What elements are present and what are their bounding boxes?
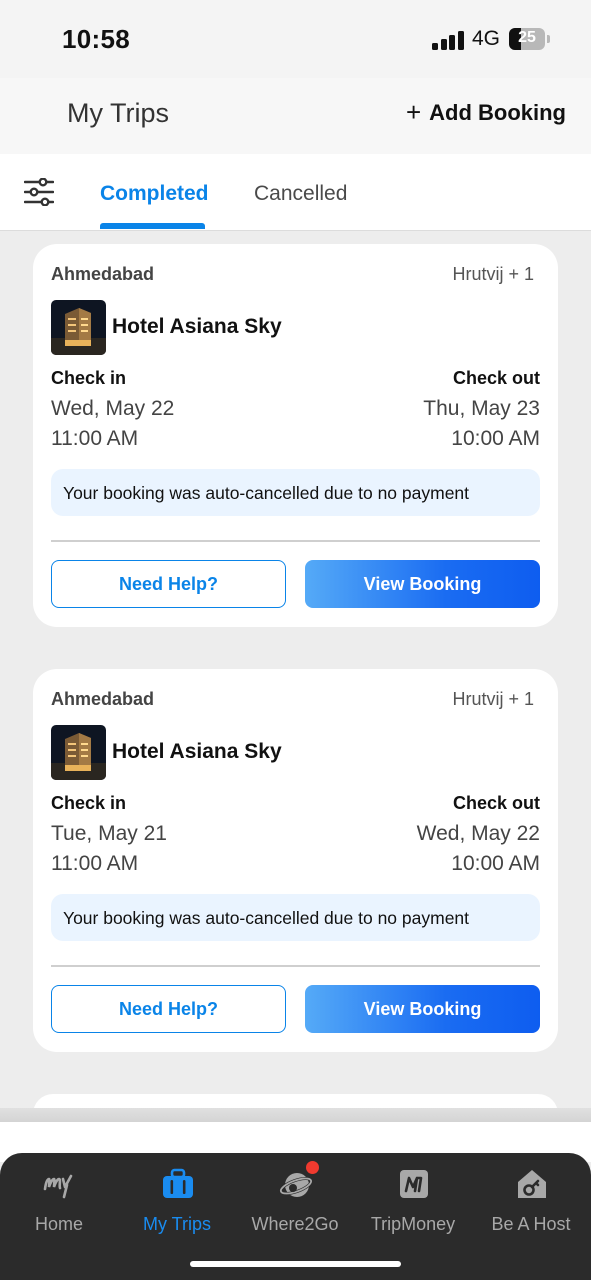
nav-label-where2go: Where2Go (251, 1214, 339, 1234)
active-tab-indicator (100, 223, 205, 229)
home-indicator (190, 1261, 401, 1267)
nav-item-tripmoney[interactable]: TripMoney (354, 1161, 472, 1241)
cancellation-notice: Your booking was auto-cancelled due to n… (51, 469, 540, 516)
need-help-button[interactable]: Need Help? (51, 560, 286, 608)
network-type: 4G (472, 27, 501, 50)
check-out-time: 10:00 AM (451, 852, 540, 875)
hotel-name: Hotel Asiana Sky (112, 315, 282, 338)
notification-dot (306, 1161, 319, 1174)
briefcase-icon (163, 1168, 193, 1198)
battery-icon: 25 (509, 28, 545, 50)
nav-label-home: Home (34, 1214, 83, 1234)
tab-completed[interactable]: Completed (100, 182, 209, 206)
status-time: 10:58 (62, 24, 130, 54)
mmt-logo-icon (43, 1174, 73, 1199)
check-in-time: 11:00 AM (51, 427, 139, 450)
add-booking-label: Add Booking (429, 100, 566, 125)
nav-item-where2go[interactable]: Where2Go (236, 1161, 354, 1241)
check-out-label: Check out (452, 368, 540, 388)
tab-cancelled[interactable]: Cancelled (254, 182, 347, 206)
booking-card: Ahmedabad Hrutvij + 1 Hotel Asiana Sky C… (33, 669, 558, 1052)
page-header: My Trips + Add Booking (0, 78, 591, 154)
check-in-date: Tue, May 21 (51, 822, 167, 845)
nav-item-home[interactable]: Home (0, 1161, 118, 1241)
cellular-signal-icon (432, 30, 464, 50)
status-bar: 10:58 4G 25 (0, 0, 591, 78)
nav-label-tripmoney: TripMoney (370, 1214, 456, 1234)
check-out-date: Thu, May 23 (423, 397, 540, 420)
check-in-label: Check in (51, 793, 127, 813)
nav-item-be-a-host[interactable]: Be A Host (472, 1161, 590, 1241)
nav-label-my-trips: My Trips (142, 1214, 211, 1234)
check-out-label: Check out (452, 793, 540, 813)
nav-label-be-a-host: Be A Host (491, 1214, 571, 1234)
check-in-date: Wed, May 22 (51, 397, 175, 420)
check-out-date: Wed, May 22 (416, 822, 540, 845)
cancellation-notice: Your booking was auto-cancelled due to n… (51, 894, 540, 941)
card-divider (51, 965, 540, 967)
add-booking-button[interactable]: + Add Booking (405, 96, 566, 127)
booking-card: Ahmedabad Hrutvij + 1 Hotel Asiana Sky C… (33, 244, 558, 627)
view-booking-button[interactable]: View Booking (305, 560, 540, 608)
hotel-thumbnail (51, 725, 106, 780)
bottom-navigation: Home My Trips Where2Go TripMoney Be A Ho… (0, 1153, 591, 1280)
tripmoney-icon (400, 1170, 428, 1198)
page-title: My Trips (67, 98, 170, 128)
booking-guests: Hrutvij + 1 (452, 689, 534, 709)
booking-city: Ahmedabad (51, 264, 155, 284)
booking-guests: Hrutvij + 1 (452, 264, 534, 284)
hotel-name: Hotel Asiana Sky (112, 740, 282, 763)
host-key-icon (518, 1170, 546, 1198)
check-out-time: 10:00 AM (451, 427, 540, 450)
check-in-time: 11:00 AM (51, 852, 139, 875)
check-in-label: Check in (51, 368, 127, 388)
filter-sliders-icon[interactable] (24, 178, 54, 206)
battery-nub (547, 35, 550, 43)
nav-item-my-trips[interactable]: My Trips (118, 1161, 236, 1241)
hotel-thumbnail (51, 300, 106, 355)
card-divider (51, 540, 540, 542)
booking-city: Ahmedabad (51, 689, 155, 709)
battery-level: 25 (518, 29, 536, 46)
need-help-button[interactable]: Need Help? (51, 985, 286, 1033)
view-booking-button[interactable]: View Booking (305, 985, 540, 1033)
trip-tabs: Completed Cancelled (0, 154, 591, 231)
plus-icon: + (405, 96, 422, 127)
